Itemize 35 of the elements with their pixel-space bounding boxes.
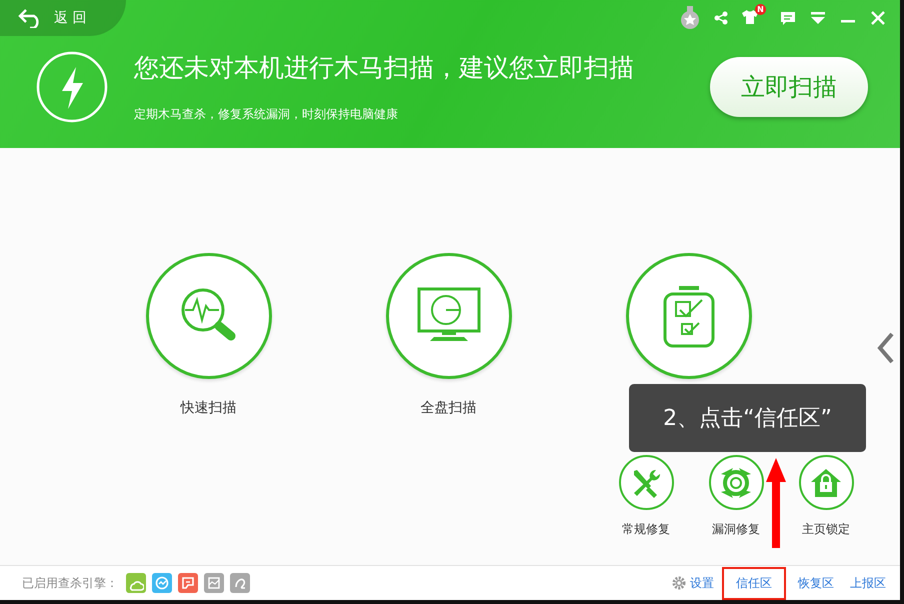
engine-icon[interactable] bbox=[230, 573, 250, 593]
house-lock-icon bbox=[810, 468, 842, 498]
tool-label: 漏洞修复 bbox=[712, 521, 760, 538]
settings-link[interactable]: 设置 bbox=[672, 574, 714, 592]
close-icon[interactable] bbox=[870, 10, 886, 26]
menu-icon[interactable] bbox=[810, 11, 826, 25]
gear-icon bbox=[672, 576, 686, 590]
tool-label: 主页锁定 bbox=[802, 521, 850, 538]
tool-button[interactable] bbox=[798, 455, 854, 510]
tool-button[interactable] bbox=[708, 455, 764, 510]
scan-prompt-title: 您还未对本机进行木马扫描，建议您立即扫描 bbox=[134, 52, 635, 84]
message-icon[interactable] bbox=[780, 10, 796, 26]
lightning-icon bbox=[36, 51, 108, 123]
chevron-left-icon[interactable] bbox=[876, 332, 896, 364]
back-button[interactable]: 返 回 bbox=[0, 0, 126, 36]
checklist-icon bbox=[662, 284, 716, 348]
scan-prompt-subtitle: 定期木马查杀，修复系统漏洞，时刻保持电脑健康 bbox=[134, 106, 399, 123]
engines-label: 已启用查杀引擎： bbox=[22, 574, 118, 592]
shield-ring-icon bbox=[719, 466, 753, 500]
footer-link[interactable]: 上报区 bbox=[846, 574, 890, 592]
shirt-icon[interactable] bbox=[742, 10, 758, 24]
new-badge: N bbox=[755, 4, 766, 14]
scan-mode-label: 快速扫描 bbox=[180, 399, 236, 417]
engine-icon[interactable] bbox=[204, 573, 224, 593]
engine-icon[interactable] bbox=[152, 573, 172, 593]
footer-link[interactable]: 恢复区 bbox=[794, 574, 838, 592]
tool-label: 常规修复 bbox=[622, 521, 670, 538]
engine-icon[interactable] bbox=[126, 573, 146, 593]
instruction-tooltip: 2、点击“信任区” bbox=[629, 384, 866, 452]
medal-icon[interactable] bbox=[680, 6, 700, 30]
scan-now-button[interactable]: 立即扫描 bbox=[710, 57, 868, 117]
share-icon[interactable] bbox=[714, 11, 728, 25]
scan-mode-label: 全盘扫描 bbox=[420, 399, 476, 417]
engine-icon[interactable] bbox=[178, 573, 198, 593]
footer-link[interactable]: 信任区 bbox=[732, 574, 776, 592]
